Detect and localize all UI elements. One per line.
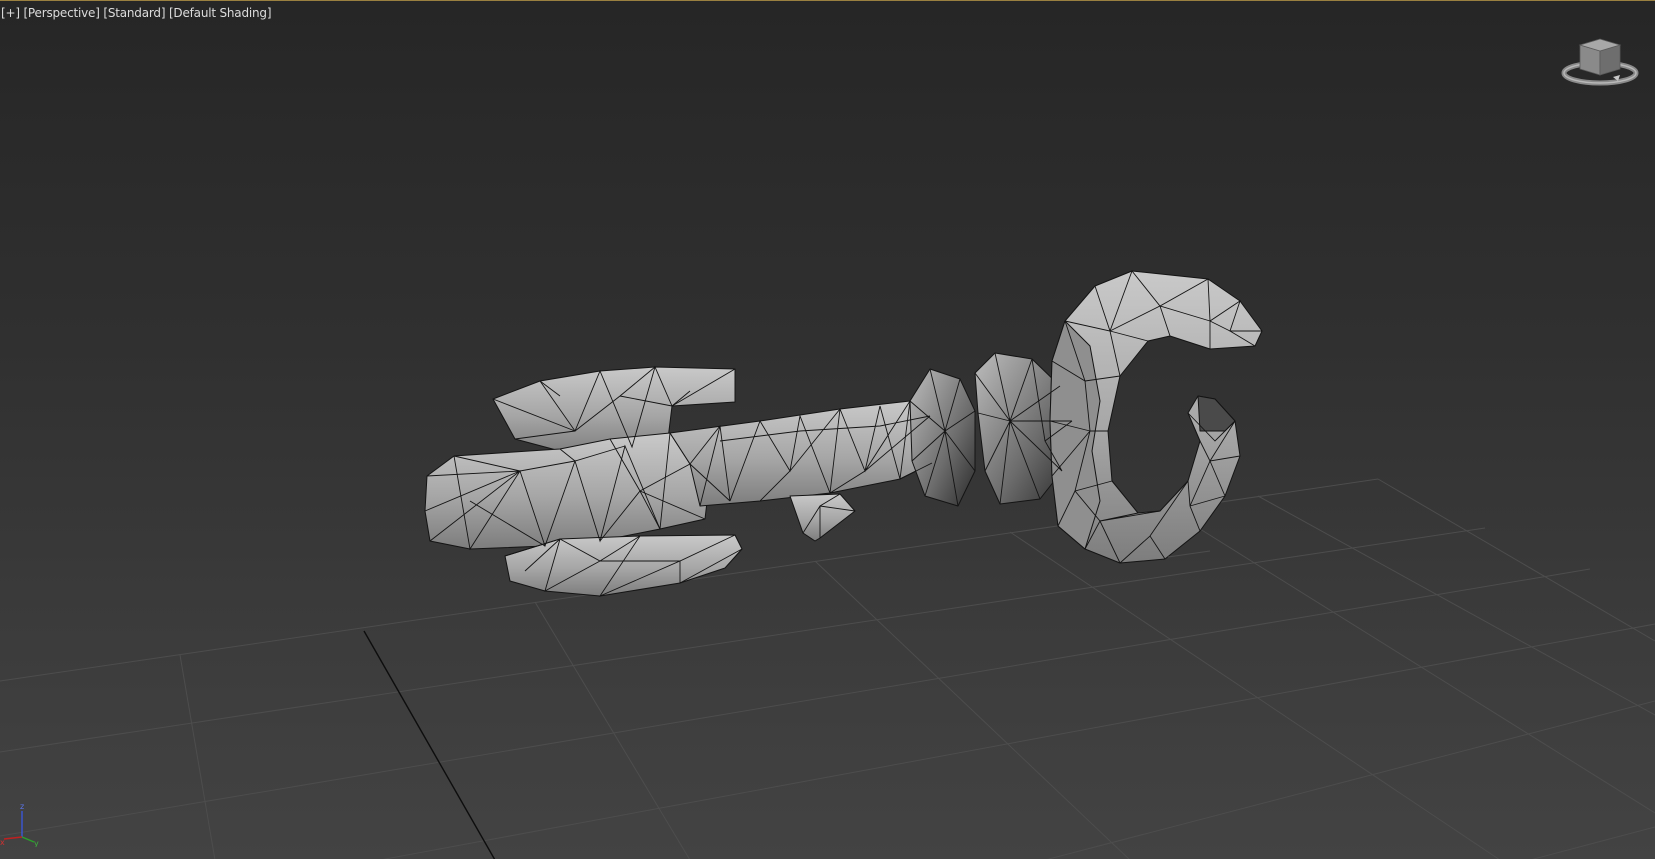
grid-center-line bbox=[363, 630, 496, 859]
y-axis-label: y bbox=[34, 839, 39, 847]
viewport-shading-menu[interactable]: [Default Shading] bbox=[169, 6, 272, 20]
x-axis-label: x bbox=[0, 838, 5, 847]
key-shaft[interactable] bbox=[669, 400, 933, 542]
viewport-standard-menu[interactable]: [Standard] bbox=[103, 6, 165, 20]
z-axis-label: z bbox=[20, 802, 24, 811]
home-grid bbox=[0, 478, 1655, 859]
viewport-label-menu: [+] [Perspective] [Standard] [Default Sh… bbox=[1, 6, 272, 20]
y-axis bbox=[21, 836, 35, 843]
scene-canvas[interactable] bbox=[0, 1, 1655, 859]
key-bow[interactable] bbox=[1049, 270, 1263, 564]
x-axis bbox=[3, 836, 23, 840]
viewcube-icon[interactable] bbox=[1558, 31, 1642, 93]
perspective-viewport[interactable]: [+] [Perspective] [Standard] [Default Sh… bbox=[0, 0, 1655, 859]
viewport-general-menu[interactable]: [+] bbox=[1, 6, 20, 20]
viewport-point-of-view-menu[interactable]: [Perspective] bbox=[23, 6, 99, 20]
axis-tripod-icon: z x y bbox=[0, 802, 39, 847]
